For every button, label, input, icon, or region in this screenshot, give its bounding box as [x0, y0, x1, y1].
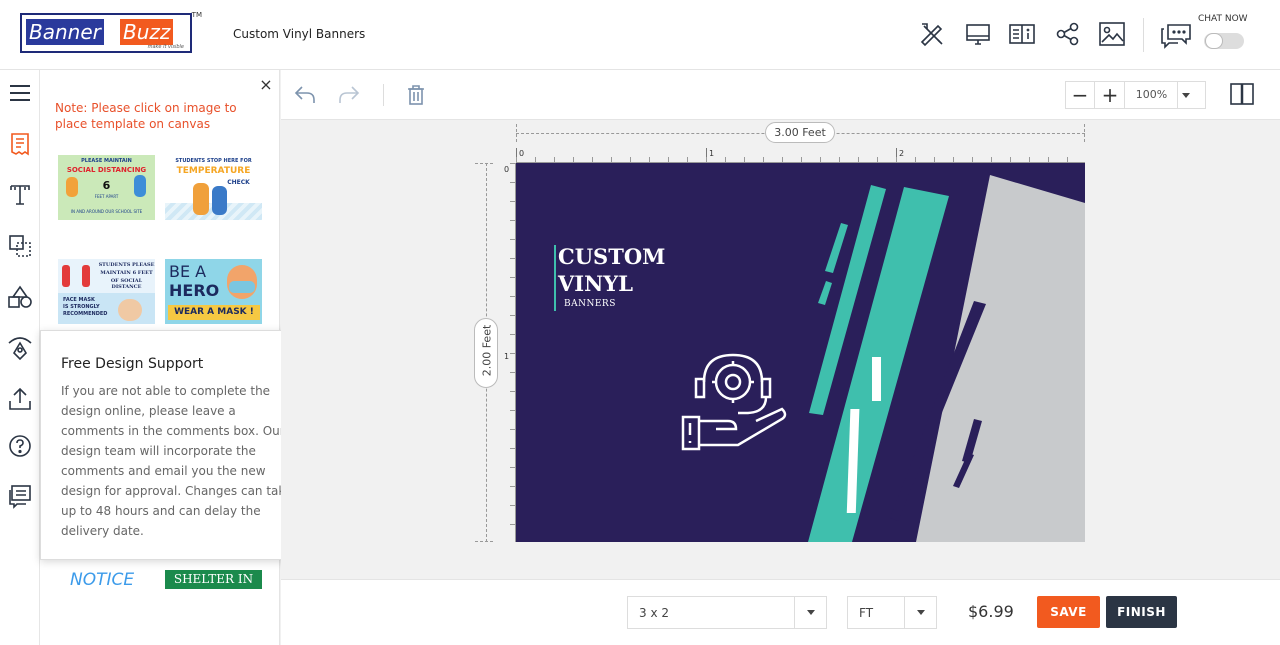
price: $6.99	[968, 602, 1014, 621]
monitor-icon[interactable]	[964, 20, 992, 48]
header-divider	[1143, 18, 1144, 52]
footer-bar: 3 x 2 FT $6.99 SAVE FINISH	[281, 579, 1280, 645]
clipart-icon[interactable]	[7, 335, 33, 361]
logo-word-1: Banner	[26, 19, 104, 45]
chat-toggle[interactable]	[1204, 33, 1244, 49]
template-thumb-be-a-hero[interactable]: BE A HERO WEAR A MASK !	[165, 259, 262, 324]
free-design-support-popup: × Free Design Support If you are not abl…	[40, 330, 310, 560]
banner-subtitle[interactable]: BANNERS	[564, 299, 616, 309]
title-accent-bar	[554, 245, 556, 311]
templates-icon[interactable]	[7, 131, 33, 157]
book-info-icon[interactable]	[1008, 20, 1036, 48]
share-icon[interactable]	[1054, 20, 1082, 48]
chat-now-label: CHAT NOW	[1198, 14, 1248, 24]
logo-word-2: Buzz	[120, 19, 174, 45]
comments-icon[interactable]	[7, 483, 33, 509]
upload-icon[interactable]	[7, 386, 33, 412]
template-thumb-face-mask[interactable]: STUDENTS PLEASE MAINTAIN 6 FEET OF SOCIA…	[58, 259, 155, 324]
save-button[interactable]: SAVE	[1037, 596, 1100, 628]
menu-icon[interactable]	[7, 80, 33, 106]
vertical-ruler: 0 1	[501, 163, 516, 542]
panel-toggle-icon[interactable]	[1229, 82, 1255, 106]
person-figure	[212, 186, 227, 215]
width-dimension-label: 3.00 Feet	[765, 122, 835, 143]
support-hand-gear-icon[interactable]	[678, 347, 790, 457]
design-tools-icon[interactable]	[918, 20, 946, 48]
size-value: 3 x 2	[639, 606, 669, 620]
zoom-value[interactable]: 100%	[1126, 82, 1178, 108]
left-toolbar	[0, 70, 40, 645]
chevron-down-icon	[794, 597, 827, 628]
undo-icon[interactable]	[293, 83, 317, 107]
header: Banner Buzz make it visible TM Custom Vi…	[0, 0, 1280, 70]
size-select[interactable]: 3 x 2	[627, 596, 827, 629]
text-icon[interactable]	[7, 182, 33, 208]
template-panel-close-icon[interactable]: ×	[259, 77, 273, 93]
banner-title[interactable]: CUSTOM VINYL	[558, 243, 665, 297]
height-dimension-label: 2.00 Feet	[474, 318, 498, 388]
chevron-down-icon[interactable]	[1182, 93, 1190, 98]
shapes-icon[interactable]	[7, 284, 33, 310]
template-thumb-shelter[interactable]: SHELTER IN	[165, 570, 262, 589]
toggle-knob	[1205, 33, 1223, 49]
image-icon[interactable]	[1098, 20, 1126, 48]
popup-body: If you are not able to complete the desi…	[61, 384, 293, 538]
person-figure	[193, 183, 209, 215]
zoom-control: − + 100%	[1065, 81, 1206, 109]
design-workspace: 3.00 Feet 2.00 Feet 0 1 2 0 1 CUSTOM VIN…	[281, 121, 1280, 579]
template-thumb-notice[interactable]: NOTICE	[58, 570, 155, 635]
popup-title: Free Design Support	[61, 356, 204, 372]
finish-button[interactable]: FINISH	[1106, 596, 1177, 628]
delete-icon[interactable]	[404, 83, 428, 107]
zoom-out-button[interactable]: −	[1066, 82, 1095, 108]
horizontal-ruler: 0 1 2	[516, 148, 1085, 163]
kid-figure	[134, 175, 146, 197]
redo-icon[interactable]	[337, 83, 361, 107]
zoom-in-button[interactable]: +	[1096, 82, 1125, 108]
bannerbuzz-logo[interactable]: Banner Buzz make it visible TM	[20, 11, 202, 53]
help-icon[interactable]	[7, 433, 33, 459]
layers-icon[interactable]	[7, 233, 33, 259]
unit-select[interactable]: FT	[847, 596, 937, 629]
kid-figure	[66, 177, 78, 197]
chat-icon[interactable]	[1160, 21, 1192, 49]
template-thumb-social-distancing[interactable]: PLEASE MAINTAIN SOCIAL DISTANCING 6 FEET…	[58, 155, 155, 220]
banner-graphics	[808, 175, 1085, 542]
editor-toolbar: − + 100%	[281, 70, 1280, 120]
page-title: Custom Vinyl Banners	[233, 27, 366, 41]
toolbar-divider	[383, 84, 384, 106]
template-thumb-temperature-check[interactable]: STUDENTS STOP HERE FOR TEMPERATURE CHECK	[165, 155, 262, 220]
banner-canvas[interactable]: CUSTOM VINYL BANNERS	[516, 163, 1085, 542]
unit-value: FT	[859, 606, 874, 620]
logo-trademark: TM	[191, 11, 202, 19]
chevron-down-icon	[904, 597, 937, 628]
template-note: Note: Please click on image to place tem…	[55, 101, 237, 131]
logo-tagline: make it visible	[147, 44, 184, 50]
